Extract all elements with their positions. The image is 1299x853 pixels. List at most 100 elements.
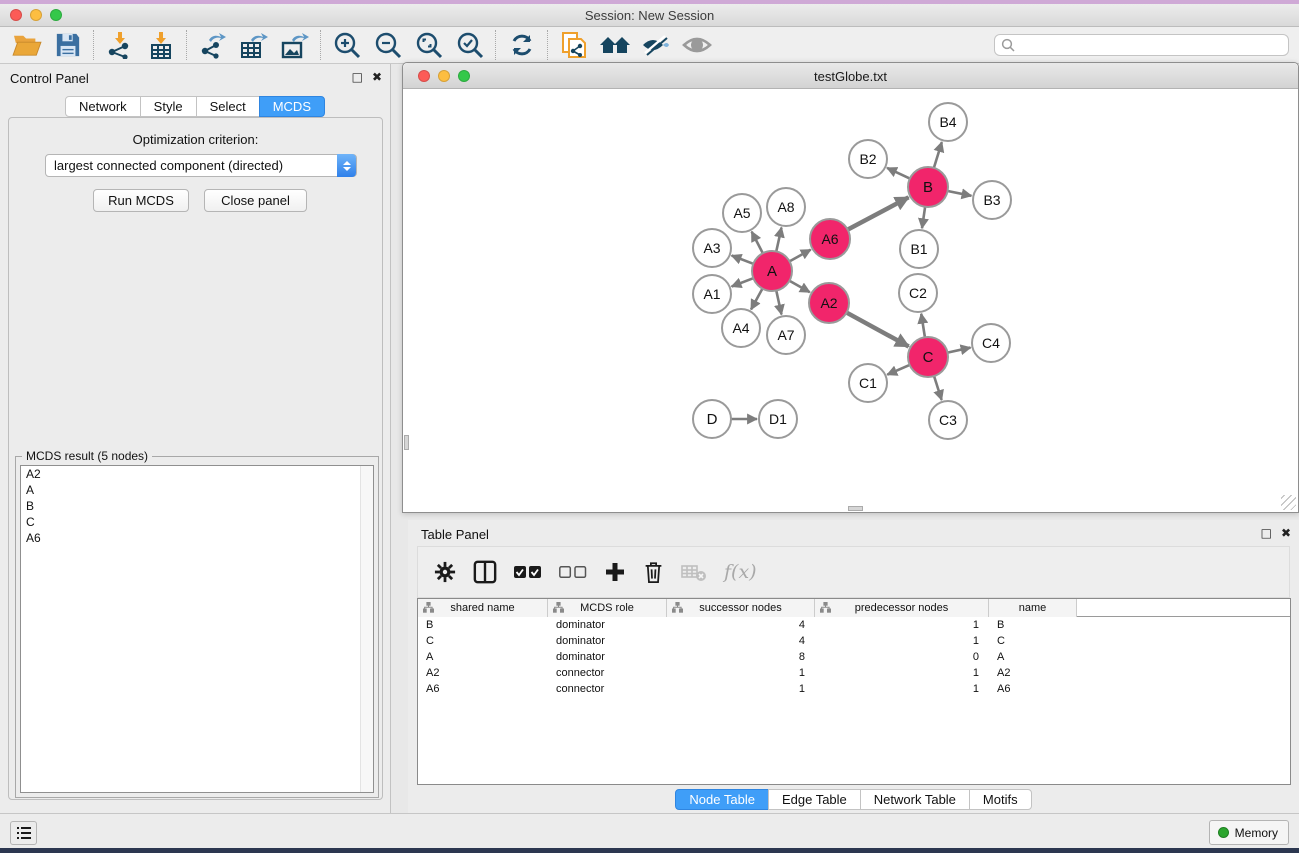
close-panel-button[interactable]: Close panel [204, 189, 307, 212]
graph-node-C1[interactable]: C1 [849, 364, 887, 402]
tab-mcds[interactable]: MCDS [259, 96, 325, 117]
column-header-shared-name[interactable]: shared name [418, 599, 548, 617]
save-session-icon[interactable] [47, 29, 88, 62]
delete-column-trash-icon[interactable] [643, 560, 664, 584]
edge-B-B4[interactable] [934, 142, 942, 168]
graph-node-D1[interactable]: D1 [759, 400, 797, 438]
table-tab-edge-table[interactable]: Edge Table [768, 789, 861, 810]
graph-node-A4[interactable]: A4 [722, 309, 760, 347]
graph-node-A7[interactable]: A7 [767, 316, 805, 354]
search-input[interactable] [1015, 38, 1288, 52]
table-tab-motifs[interactable]: Motifs [969, 789, 1032, 810]
refresh-icon[interactable] [501, 29, 542, 62]
graph-node-A5[interactable]: A5 [723, 194, 761, 232]
result-scrollbar[interactable] [360, 466, 373, 792]
tab-style[interactable]: Style [140, 96, 197, 117]
tab-network[interactable]: Network [65, 96, 141, 117]
clone-network-icon[interactable] [553, 29, 594, 62]
mcds-result-item[interactable]: A [21, 482, 373, 498]
select-all-checkboxes-icon[interactable] [514, 566, 542, 579]
graph-node-C2[interactable]: C2 [899, 274, 937, 312]
graph-node-A1[interactable]: A1 [693, 275, 731, 313]
show-panels-list-button[interactable] [10, 821, 37, 845]
edge-B-B1[interactable] [922, 207, 925, 228]
edge-A-A5[interactable] [752, 232, 763, 254]
edge-C-C3[interactable] [934, 376, 942, 400]
function-builder-icon[interactable]: f(x) [724, 561, 757, 583]
network-window-titlebar[interactable]: testGlobe.txt [403, 63, 1298, 89]
run-mcds-button[interactable]: Run MCDS [93, 189, 189, 212]
edge-A-A1[interactable] [732, 278, 754, 286]
graph-node-B4[interactable]: B4 [929, 103, 967, 141]
show-graphics-details-icon[interactable] [676, 29, 717, 62]
column-layout-icon[interactable] [473, 560, 497, 584]
edge-A-A2[interactable] [789, 281, 809, 292]
search-field[interactable] [994, 34, 1289, 56]
home-view-icon[interactable] [594, 29, 635, 62]
graph-node-A3[interactable]: A3 [693, 229, 731, 267]
graph-node-C4[interactable]: C4 [972, 324, 1010, 362]
column-header-name[interactable]: name [989, 599, 1077, 617]
mcds-result-item[interactable]: B [21, 498, 373, 514]
column-header-MCDS-role[interactable]: MCDS role [548, 599, 667, 617]
graph-node-B1[interactable]: B1 [900, 230, 938, 268]
import-network-icon[interactable] [99, 29, 140, 62]
table-row[interactable]: Adominator80A [418, 649, 1290, 665]
mcds-result-item[interactable]: A2 [21, 466, 373, 482]
column-header-successor-nodes[interactable]: successor nodes [667, 599, 815, 617]
hide-graphics-details-icon[interactable] [635, 29, 676, 62]
zoom-in-icon[interactable] [326, 29, 367, 62]
edge-B-B2[interactable] [887, 168, 910, 179]
table-tab-node-table[interactable]: Node Table [675, 789, 769, 810]
table-settings-gear-icon[interactable] [434, 561, 456, 583]
memory-button[interactable]: Memory [1209, 820, 1289, 845]
close-panel-icon[interactable]: ✖ [372, 70, 382, 84]
canvas-vertical-divider-handle[interactable] [404, 435, 409, 450]
graph-node-C3[interactable]: C3 [929, 401, 967, 439]
edge-A-A3[interactable] [732, 256, 754, 264]
column-header-predecessor-nodes[interactable]: predecessor nodes [815, 599, 989, 617]
graph-node-A[interactable]: A [752, 251, 792, 291]
edge-C-C1[interactable] [887, 365, 909, 375]
export-image-icon[interactable] [274, 29, 315, 62]
canvas-horizontal-divider-handle[interactable] [848, 506, 863, 511]
open-session-icon[interactable] [6, 29, 47, 62]
table-row[interactable]: A6connector11A6 [418, 681, 1290, 697]
table-tab-network-table[interactable]: Network Table [860, 789, 970, 810]
graph-node-B2[interactable]: B2 [849, 140, 887, 178]
graph-node-B[interactable]: B [908, 167, 948, 207]
edge-A-A7[interactable] [776, 291, 781, 315]
import-table-icon[interactable] [140, 29, 181, 62]
network-canvas[interactable]: B4 B2 B B3 A5A8A6 A3 B1 A A1 C2 A2 A4A7 C4 C C1 C3 D D1 [404, 90, 1297, 511]
window-resize-grip[interactable] [1281, 495, 1296, 510]
mcds-result-item[interactable]: C [21, 514, 373, 530]
close-table-panel-icon[interactable]: ✖ [1281, 526, 1291, 540]
graph-node-B3[interactable]: B3 [973, 181, 1011, 219]
node-table[interactable]: shared nameMCDS rolesuccessor nodesprede… [417, 598, 1291, 785]
edge-A-A6[interactable] [790, 250, 811, 262]
table-row[interactable]: Cdominator41C [418, 633, 1290, 649]
tab-select[interactable]: Select [196, 96, 260, 117]
deselect-all-checkboxes-icon[interactable] [559, 566, 587, 579]
zoom-selected-icon[interactable] [449, 29, 490, 62]
mcds-result-item[interactable]: A6 [21, 530, 373, 546]
zoom-fit-icon[interactable] [408, 29, 449, 62]
add-column-icon[interactable] [604, 561, 626, 583]
edge-B-B3[interactable] [948, 191, 972, 196]
float-panel-icon[interactable]: □ [352, 70, 363, 84]
export-table-icon[interactable] [233, 29, 274, 62]
graph-node-D[interactable]: D [693, 400, 731, 438]
delete-table-icon[interactable] [681, 562, 707, 582]
graph-node-A6[interactable]: A6 [810, 219, 850, 259]
edge-C-C2[interactable] [921, 314, 925, 337]
graph-node-A8[interactable]: A8 [767, 188, 805, 226]
float-table-panel-icon[interactable]: □ [1261, 526, 1272, 540]
zoom-out-icon[interactable] [367, 29, 408, 62]
graph-node-C[interactable]: C [908, 337, 948, 377]
table-row[interactable]: Bdominator41B [418, 617, 1290, 633]
edge-C-C4[interactable] [948, 348, 971, 353]
graph-node-A2[interactable]: A2 [809, 283, 849, 323]
export-network-icon[interactable] [192, 29, 233, 62]
table-row[interactable]: A2connector11A2 [418, 665, 1290, 681]
edge-A6-B[interactable] [848, 197, 909, 229]
